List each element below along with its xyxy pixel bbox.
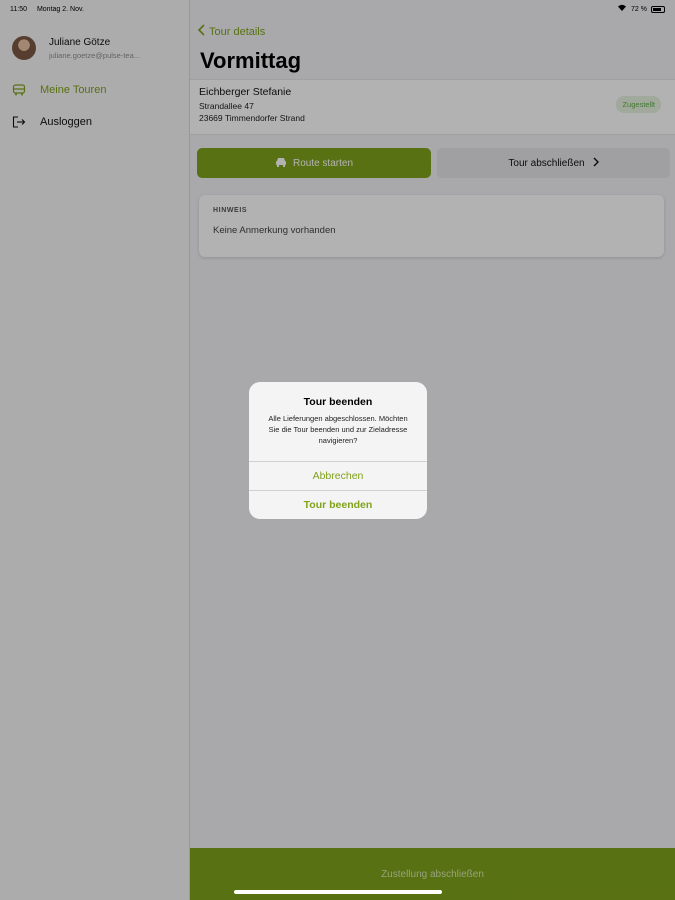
alert-confirm-button[interactable]: Tour beenden — [249, 490, 427, 519]
alert-message: Alle Lieferungen abgeschlossen. Möchten … — [268, 414, 408, 445]
status-date: Montag 2. Nov. — [36, 5, 84, 13]
status-right: 72 % — [617, 4, 665, 14]
status-time: 11:50 — [10, 5, 27, 13]
alert-confirm-label: Tour beenden — [303, 499, 373, 511]
status-left: 11:50 Montag 2. Nov. — [10, 6, 92, 13]
battery-icon — [651, 5, 665, 13]
wifi-icon — [617, 4, 627, 14]
alert-cancel-label: Abbrechen — [312, 470, 364, 482]
status-bar: 11:50 Montag 2. Nov. 72 % — [0, 0, 675, 18]
battery-percent: 72 % — [631, 5, 647, 13]
home-indicator — [234, 890, 442, 894]
alert-title: Tour beenden — [303, 396, 373, 408]
alert-cancel-button[interactable]: Abbrechen — [249, 461, 427, 490]
end-tour-alert: Tour beenden Alle Lieferungen abgeschlos… — [249, 382, 427, 519]
